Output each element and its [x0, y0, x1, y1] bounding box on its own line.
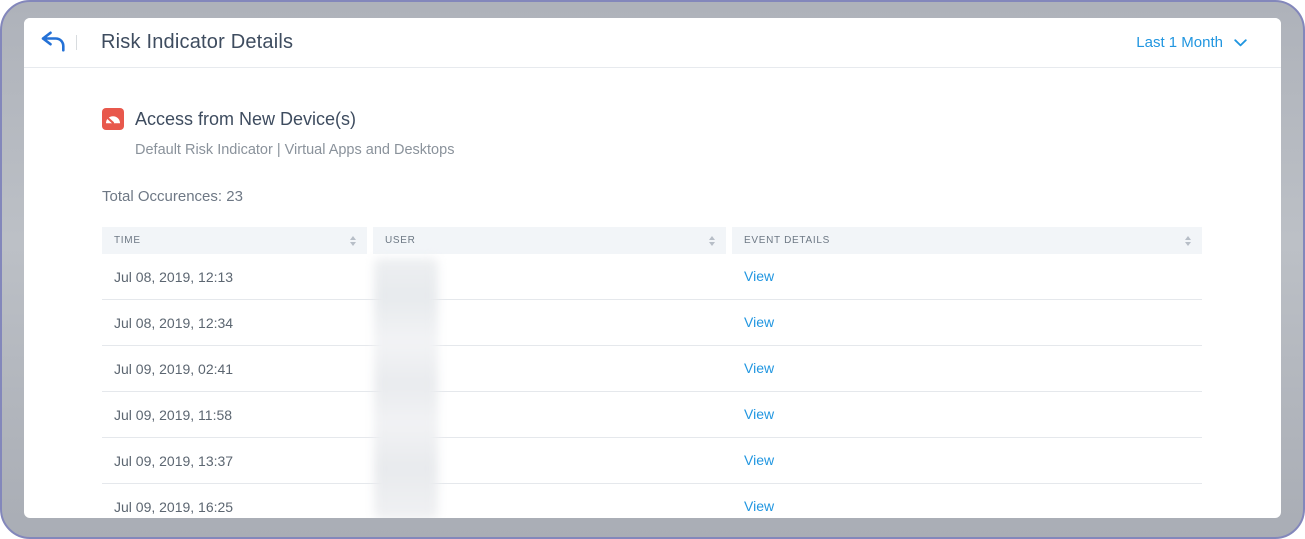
cell-time: Jul 08, 2019, 12:13 — [114, 268, 234, 285]
view-link[interactable]: View — [744, 452, 774, 468]
view-link[interactable]: View — [744, 406, 774, 422]
indicator-title: Access from New Device(s) — [135, 108, 357, 129]
table-row: Jul 09, 2019, 16:25 View — [102, 484, 1202, 518]
cell-time: Jul 09, 2019, 13:37 — [114, 452, 234, 469]
table-row: Jul 08, 2019, 12:13 View — [102, 254, 1202, 300]
column-header-time[interactable]: TIME — [102, 227, 367, 254]
topbar: Risk Indicator Details Last 1 Month — [24, 18, 1281, 68]
cell-time: Jul 08, 2019, 12:34 — [114, 314, 234, 331]
risk-gauge-icon — [102, 108, 124, 130]
cell-time: Jul 09, 2019, 11:58 — [114, 406, 233, 423]
view-link[interactable]: View — [744, 314, 774, 330]
topbar-divider — [76, 35, 77, 50]
page-title: Risk Indicator Details — [101, 31, 294, 53]
table-row: Jul 09, 2019, 11:58 View — [102, 392, 1202, 438]
column-header-event-details[interactable]: EVENT DETAILS — [732, 227, 1202, 254]
sort-arrows-icon[interactable] — [350, 235, 356, 246]
total-occurrences-count: 23 — [226, 188, 243, 205]
column-header-time-label: TIME — [114, 235, 141, 246]
column-header-user[interactable]: USER — [373, 227, 726, 254]
cell-time: Jul 09, 2019, 02:41 — [114, 360, 234, 377]
cell-time: Jul 09, 2019, 16:25 — [114, 499, 234, 515]
time-filter-dropdown[interactable]: Last 1 Month — [1136, 34, 1247, 51]
table-row: Jul 08, 2019, 12:34 View — [102, 300, 1202, 346]
view-link[interactable]: View — [744, 268, 774, 284]
window-frame: Risk Indicator Details Last 1 Month Acce… — [0, 0, 1305, 539]
table-row: Jul 09, 2019, 13:37 View — [102, 438, 1202, 484]
app-card: Risk Indicator Details Last 1 Month Acce… — [24, 18, 1281, 518]
indicator-header: Access from New Device(s) — [102, 108, 1198, 130]
chevron-down-icon — [1234, 34, 1247, 51]
table-header-row: TIME USER EVENT DETAILS — [102, 227, 1202, 254]
content: Access from New Device(s) Default Risk I… — [24, 68, 1281, 518]
table-body: Jul 08, 2019, 12:13 View Jul 08, 2019, 1… — [102, 254, 1202, 518]
occurrences-table: TIME USER EVENT DETAILS Jul 08, 2019, 12 — [102, 227, 1202, 518]
back-arrow-icon — [40, 30, 65, 55]
total-occurrences: Total Occurences: 23 — [102, 188, 1198, 205]
sort-arrows-icon[interactable] — [1185, 235, 1191, 246]
total-occurrences-label: Total Occurences: — [102, 188, 223, 205]
table-row: Jul 09, 2019, 02:41 View — [102, 346, 1202, 392]
sort-arrows-icon[interactable] — [709, 235, 715, 246]
column-header-event-details-label: EVENT DETAILS — [744, 235, 830, 246]
indicator-subtitle: Default Risk Indicator | Virtual Apps an… — [135, 142, 455, 158]
view-link[interactable]: View — [744, 360, 774, 376]
time-filter-label: Last 1 Month — [1136, 34, 1223, 51]
view-link[interactable]: View — [744, 498, 774, 514]
column-header-user-label: USER — [385, 235, 416, 246]
back-button[interactable] — [32, 25, 72, 61]
